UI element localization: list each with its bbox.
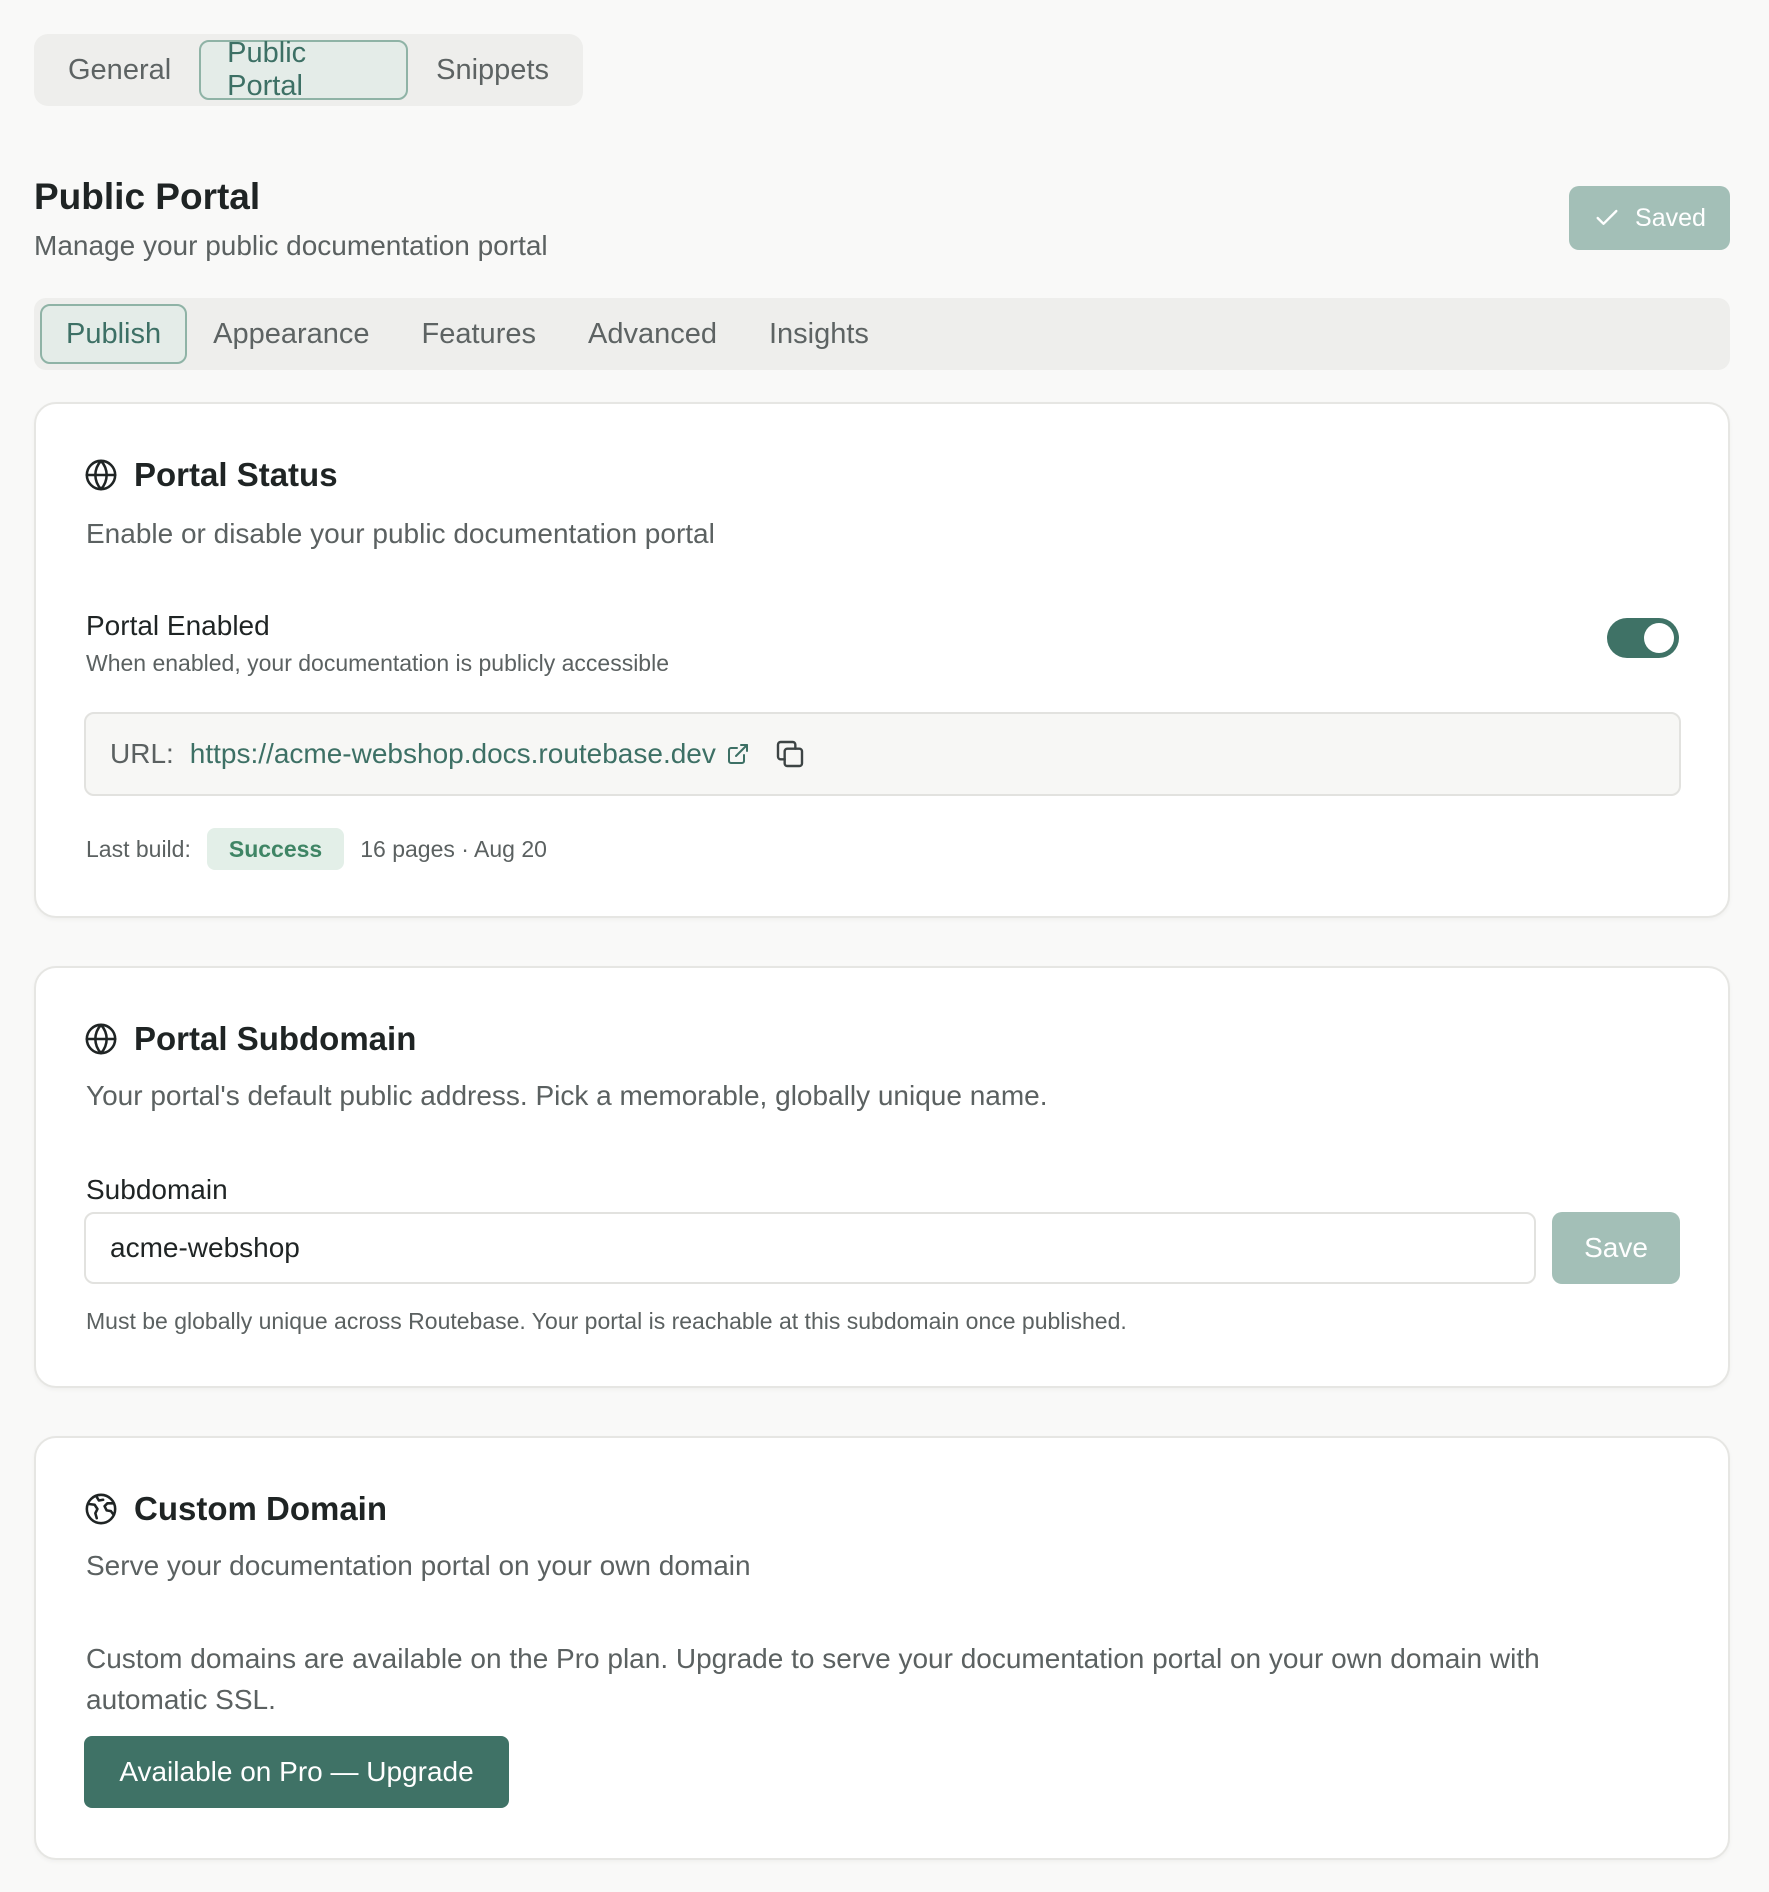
portal-enabled-toggle[interactable] [1607,618,1679,658]
tab-snippets[interactable]: Snippets [408,40,577,100]
settings-page: General Public Portal Snippets Public Po… [0,0,1769,1892]
page-subtitle: Manage your public documentation portal [34,230,548,261]
tab-public-portal[interactable]: Public Portal [199,37,409,102]
portal-status-description: Enable or disable your public documentat… [86,518,715,549]
toggle-knob [1644,623,1674,653]
portal-subdomain-heading: Portal Subdomain [84,1020,416,1058]
earth-icon [85,1493,117,1525]
build-status-badge: Success [206,828,345,870]
page-title: Public Portal [34,176,261,217]
copy-icon[interactable] [774,738,806,770]
tab-insights[interactable]: Insights [743,304,895,364]
portal-subdomain-card: Portal Subdomain Your portal's default p… [34,966,1730,1388]
upgrade-button[interactable]: Available on Pro — Upgrade [84,1736,509,1808]
top-tab-bar: General Public Portal Snippets [34,34,583,106]
tab-general[interactable]: General [40,40,199,100]
build-meta: 16 pages · Aug 20 [360,835,547,862]
subdomain-help: Must be globally unique across Routebase… [86,1308,1127,1334]
portal-enabled-help: When enabled, your documentation is publ… [86,650,669,676]
external-link-icon[interactable] [726,742,750,766]
custom-domain-heading: Custom Domain [84,1490,387,1528]
subdomain-input[interactable] [84,1212,1536,1284]
portal-status-title: Portal Status [134,456,338,493]
check-icon [1596,209,1618,225]
globe-icon [85,459,117,491]
saved-label: Saved [1635,203,1706,232]
section-tab-bar: Publish Appearance Features Advanced Ins… [34,298,1730,370]
url-label: URL: [110,738,174,769]
portal-subdomain-title: Portal Subdomain [134,1020,417,1057]
subdomain-label: Subdomain [86,1174,228,1205]
tab-appearance[interactable]: Appearance [187,304,395,364]
portal-enabled-label: Portal Enabled [86,610,270,641]
globe-icon [85,1023,117,1055]
tab-features[interactable]: Features [396,304,562,364]
portal-status-heading: Portal Status [84,456,338,494]
pro-plan-notice: Custom domains are available on the Pro … [86,1643,1540,1715]
custom-domain-description: Serve your documentation portal on your … [86,1550,751,1581]
portal-url-box: URL: https://acme-webshop.docs.routebase… [84,712,1681,796]
portal-status-card: Portal Status Enable or disable your pub… [34,402,1730,918]
custom-domain-title: Custom Domain [134,1490,388,1527]
tab-advanced[interactable]: Advanced [562,304,743,364]
last-build-label: Last build: [86,835,191,862]
save-subdomain-button[interactable]: Save [1552,1212,1680,1284]
portal-url-link[interactable]: https://acme-webshop.docs.routebase.dev [190,738,716,770]
saved-button[interactable]: Saved [1569,186,1730,250]
custom-domain-card: Custom Domain Serve your documentation p… [34,1436,1730,1860]
last-build-row: Last build: Success 16 pages · Aug 20 [86,828,547,870]
tab-publish[interactable]: Publish [40,304,188,364]
portal-subdomain-description: Your portal's default public address. Pi… [86,1080,1048,1111]
